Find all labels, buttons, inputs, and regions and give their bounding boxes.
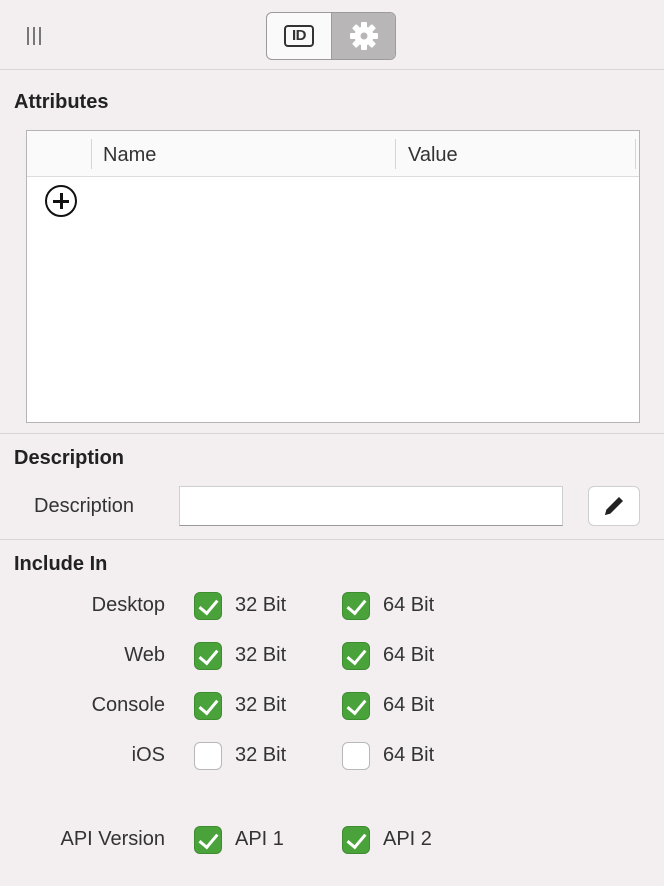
desktop-32bit-checkbox[interactable] — [194, 592, 222, 620]
id-icon: ID — [284, 25, 314, 47]
desktop-64bit-checkbox[interactable] — [342, 592, 370, 620]
description-label: Description — [34, 495, 135, 517]
description-field[interactable] — [179, 486, 563, 526]
column-separator — [91, 139, 92, 169]
checkbox-label: 32 Bit — [235, 644, 287, 666]
include-row-web: Web 32 Bit 64 Bit — [0, 640, 664, 672]
tab-id[interactable]: ID — [267, 13, 331, 59]
checkbox-label: 32 Bit — [235, 744, 287, 766]
tab-settings[interactable] — [331, 13, 395, 59]
ios-32bit-checkbox[interactable] — [194, 742, 222, 770]
api1-checkbox[interactable] — [194, 826, 222, 854]
web-32bit-checkbox[interactable] — [194, 642, 222, 670]
api2-checkbox[interactable] — [342, 826, 370, 854]
platform-label: Web — [124, 644, 165, 666]
add-attribute-icon[interactable] — [45, 185, 77, 217]
checkbox-label: 32 Bit — [235, 694, 287, 716]
checkbox-label: API 2 — [383, 828, 432, 850]
checkbox-label: 32 Bit — [235, 594, 287, 616]
platform-label: iOS — [131, 744, 165, 766]
attributes-heading: Attributes — [14, 91, 109, 113]
gear-icon — [349, 22, 378, 50]
checkbox-label: 64 Bit — [383, 594, 435, 616]
include-row-desktop: Desktop 32 Bit 64 Bit — [0, 590, 664, 622]
section-divider — [0, 539, 664, 540]
drag-handle-icon[interactable] — [27, 27, 41, 45]
api-version-label: API Version — [60, 828, 165, 850]
checkbox-label: 64 Bit — [383, 744, 435, 766]
column-header-name[interactable]: Name — [103, 144, 156, 167]
description-heading: Description — [14, 447, 125, 469]
attributes-table-header: Name Value — [27, 131, 639, 177]
checkbox-label: API 1 — [235, 828, 284, 850]
platform-label: Desktop — [91, 594, 165, 616]
console-32bit-checkbox[interactable] — [194, 692, 222, 720]
inspector-toolbar: ID — [0, 0, 664, 70]
platform-label: Console — [91, 694, 165, 716]
checkbox-label: 64 Bit — [383, 644, 435, 666]
ios-64bit-checkbox[interactable] — [342, 742, 370, 770]
edit-description-button[interactable] — [588, 486, 640, 526]
inspector-tab-switcher: ID — [266, 12, 396, 60]
attributes-table[interactable]: Name Value — [26, 130, 640, 423]
column-header-value[interactable]: Value — [408, 144, 458, 167]
column-separator — [395, 139, 396, 169]
console-64bit-checkbox[interactable] — [342, 692, 370, 720]
include-row-ios: iOS 32 Bit 64 Bit — [0, 740, 664, 772]
include-row-api-version: API Version API 1 API 2 — [0, 824, 664, 856]
column-separator — [635, 139, 636, 169]
pencil-icon — [605, 497, 623, 515]
section-divider — [0, 433, 664, 434]
include-in-heading: Include In — [14, 553, 108, 575]
include-row-console: Console 32 Bit 64 Bit — [0, 690, 664, 722]
checkbox-label: 64 Bit — [383, 694, 435, 716]
web-64bit-checkbox[interactable] — [342, 642, 370, 670]
